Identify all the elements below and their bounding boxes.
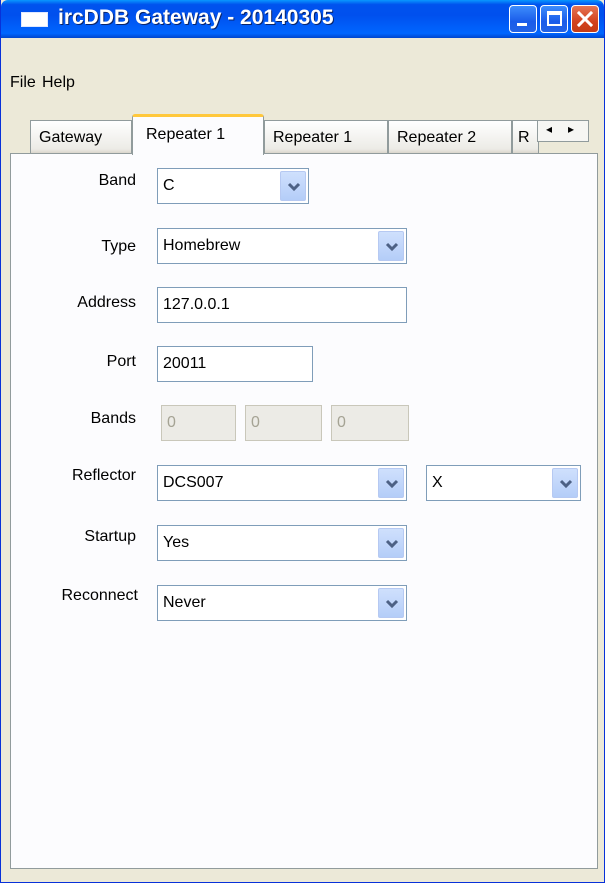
scroll-right-icon[interactable]: ▸ [568,122,574,136]
reflector-module-select[interactable]: X [426,465,581,501]
bands-value-3: 0 [337,414,346,431]
bands-input-3: 0 [331,405,409,441]
chevron-down-icon[interactable] [552,468,578,498]
tab-scroll-buttons: ◂ ▸ [537,120,589,142]
reflector-value: DCS007 [163,474,224,491]
bands-label: Bands [90,410,136,427]
address-input[interactable]: 127.0.0.1 [157,287,407,323]
band-select[interactable]: C [157,168,309,204]
reflector-label: Reflector [71,467,136,484]
tab-repeater-1-active[interactable]: Repeater 1 [132,114,264,155]
startup-value: Yes [163,534,190,551]
type-select[interactable]: Homebrew [157,228,407,264]
type-value: Homebrew [163,237,241,254]
menu-help[interactable]: Help [42,74,75,92]
port-label: Port [106,353,136,370]
chevron-down-icon[interactable] [378,231,404,261]
address-label: Address [77,294,136,311]
chevron-down-icon[interactable] [280,171,306,201]
port-input[interactable]: 20011 [157,346,313,382]
reflector-module-value: X [432,474,443,491]
minimize-icon [517,23,527,26]
tab-repeater-1[interactable]: Repeater 1 [264,120,388,154]
menu-file[interactable]: File [10,74,36,92]
close-button[interactable] [571,5,599,33]
tab-repeater-2[interactable]: Repeater 2 [388,120,512,154]
app-window: ircDDB Gateway - 20140305 File Help Gate… [0,0,605,883]
chevron-down-icon[interactable] [378,468,404,498]
reflector-select[interactable]: DCS007 [157,465,407,501]
reconnect-select[interactable]: Never [157,585,407,621]
bands-value-1: 0 [167,414,176,431]
reconnect-value: Never [163,594,206,611]
chevron-down-icon[interactable] [378,528,404,558]
type-label: Type [101,238,136,255]
bands-value-2: 0 [251,414,260,431]
scroll-left-icon[interactable]: ◂ [546,122,552,136]
reconnect-label: Reconnect [61,587,139,604]
maximize-button[interactable] [540,5,568,33]
bands-input-2: 0 [245,405,322,441]
maximize-icon [547,11,562,26]
bands-input-1: 0 [161,405,236,441]
minimize-button[interactable] [509,5,537,33]
address-value: 127.0.0.1 [163,296,230,313]
band-value: C [163,177,175,194]
band-label: Band [98,172,136,189]
app-icon [21,12,48,27]
startup-label: Startup [84,528,136,545]
startup-select[interactable]: Yes [157,525,407,561]
window-bottom-edge [1,870,604,882]
port-value: 20011 [163,355,207,372]
chevron-down-icon[interactable] [378,588,404,618]
title-bar[interactable]: ircDDB Gateway - 20140305 [1,0,604,38]
close-icon [576,10,594,28]
window-title: ircDDB Gateway - 20140305 [58,6,334,29]
tab-gateway[interactable]: Gateway [30,120,132,154]
tab-partial[interactable]: R [512,120,539,154]
